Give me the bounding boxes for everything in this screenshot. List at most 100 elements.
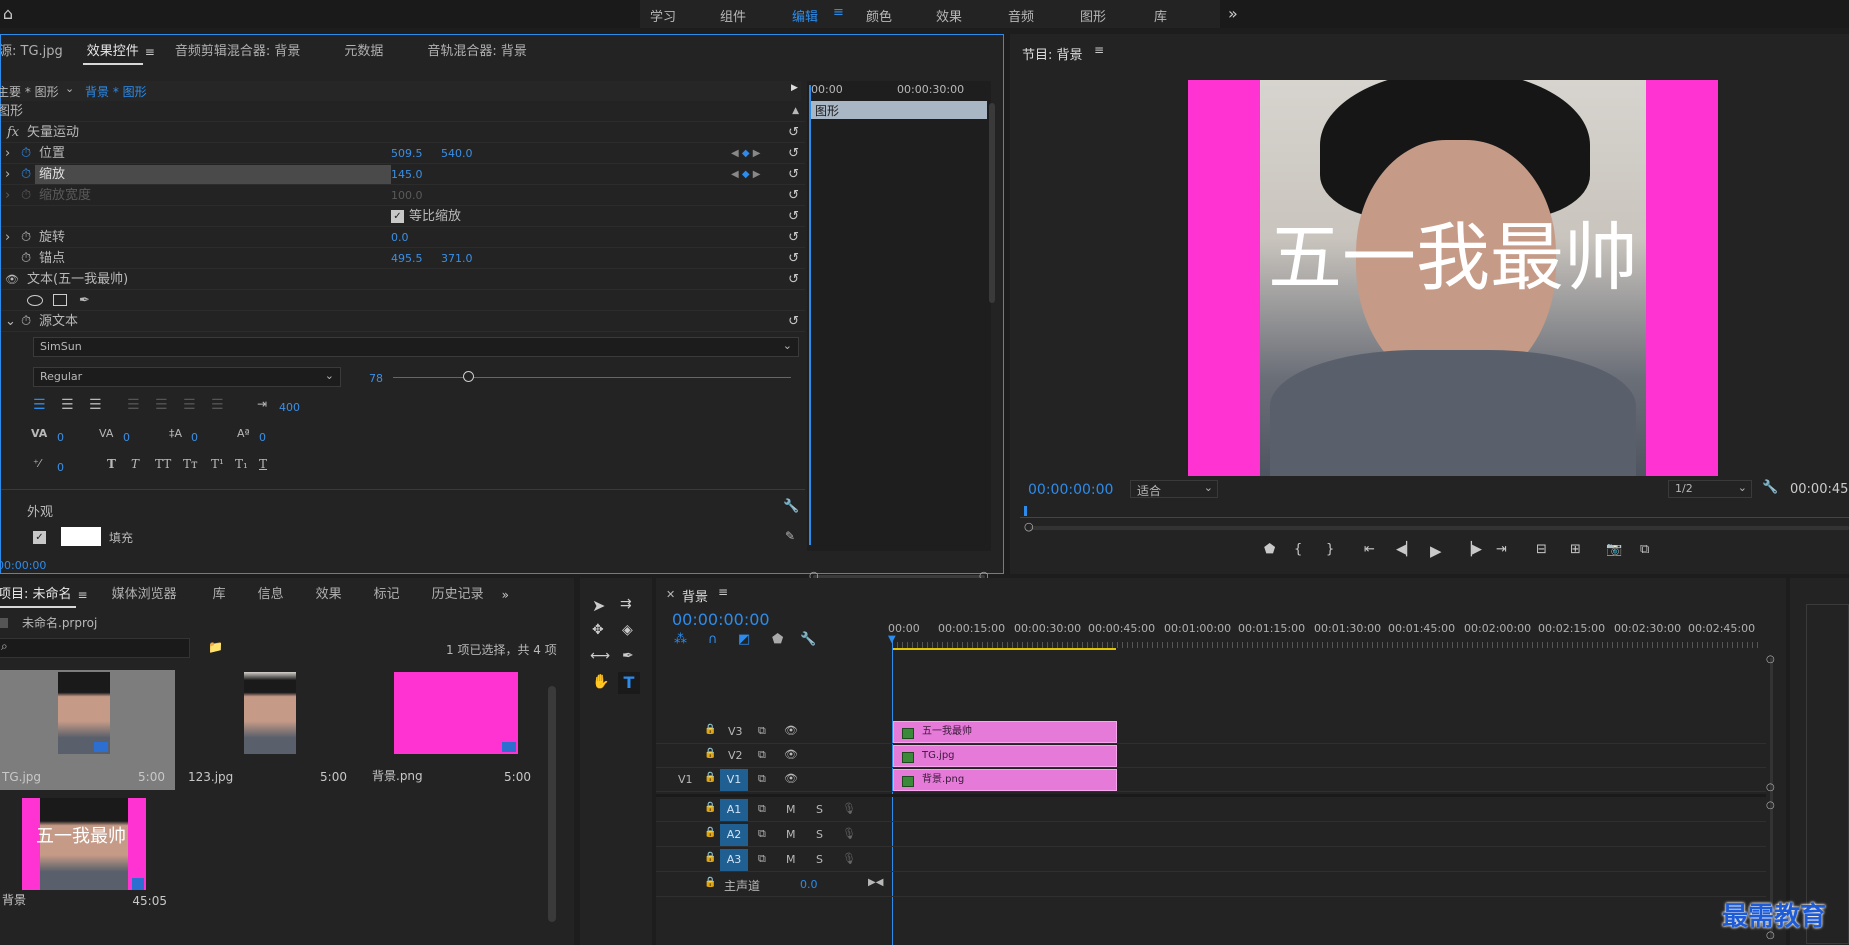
anchor-row[interactable]: ⏱ 锚点 495.5 371.0 ↺	[1, 248, 805, 269]
eyedropper-icon[interactable]: ✎	[785, 529, 795, 543]
reset-icon[interactable]: ↺	[788, 206, 799, 227]
program-video-frame[interactable]: 五一我最帅	[1188, 80, 1718, 476]
program-timecode[interactable]: 00:00:00:00	[1028, 482, 1113, 498]
anchor-y-value[interactable]: 371.0	[441, 248, 473, 269]
mark-out-icon[interactable]: }	[1326, 542, 1334, 557]
clip-text[interactable]: 五一我最帅	[893, 721, 1117, 743]
subscript-button[interactable]: T₁	[235, 457, 248, 471]
play-icon[interactable]: ▶	[1430, 542, 1442, 560]
font-size-slider-handle[interactable]	[463, 371, 474, 382]
baseline-value[interactable]: 0	[259, 431, 266, 444]
home-icon[interactable]: ⌂	[0, 4, 16, 23]
comparison-view-icon[interactable]: ⧉	[1640, 542, 1649, 557]
mini-scrollbar[interactable]	[989, 103, 995, 303]
chevron-down-icon[interactable]: ⌄	[65, 82, 74, 95]
effect-panel-timecode[interactable]: 00:00:00	[0, 559, 46, 572]
workspace-tab-libraries[interactable]: 库	[1154, 6, 1167, 25]
workspace-menu-icon[interactable]: ≡	[833, 5, 844, 20]
workspace-tab-editing[interactable]: 编辑	[792, 6, 818, 25]
step-forward-icon[interactable]: ▕▶	[1462, 542, 1482, 557]
tab-effect-controls[interactable]: 效果控件	[75, 35, 151, 69]
sync-lock-icon[interactable]: ⧉	[758, 748, 766, 762]
expand-arrow-icon[interactable]: ›	[5, 143, 10, 164]
stopwatch-icon[interactable]: ⏱	[21, 143, 31, 164]
close-icon[interactable]: ✕	[666, 588, 675, 601]
lock-icon[interactable]: 🔒	[704, 772, 716, 783]
align-left-icon[interactable]: ☰	[33, 397, 46, 413]
position-y-value[interactable]: 540.0	[441, 143, 473, 164]
track-target-a1[interactable]: A1	[720, 799, 748, 821]
nest-icon[interactable]: ⁂	[674, 632, 687, 647]
lock-icon[interactable]: 🔒	[704, 877, 716, 888]
eye-icon[interactable]: 👁	[784, 748, 798, 761]
tab-markers[interactable]: 标记	[362, 578, 412, 612]
fill-color-swatch[interactable]	[61, 527, 101, 546]
justify-center-icon[interactable]: ☰	[155, 397, 168, 413]
tab-media-browser[interactable]: 媒体浏览器	[100, 578, 189, 612]
underline-button[interactable]: T	[259, 457, 267, 471]
workspace-more-icon[interactable]: »	[1228, 4, 1238, 23]
wrench-icon[interactable]: 🔧	[783, 499, 799, 514]
workspace-tab-learn[interactable]: 学习	[650, 6, 676, 25]
source-patch-label[interactable]: V1	[678, 773, 693, 786]
sync-lock-icon[interactable]: ⧉	[758, 852, 766, 866]
stopwatch-icon[interactable]: ⏱	[21, 227, 31, 248]
expand-arrow-icon[interactable]: ›	[5, 227, 10, 248]
timeline-ruler[interactable]: 00:00 00:00:15:00 00:00:30:00 00:00:45:0…	[888, 622, 1772, 650]
small-caps-button[interactable]: Tт	[183, 457, 198, 471]
mute-button[interactable]: M	[786, 828, 796, 841]
lock-icon[interactable]: 🔒	[704, 852, 716, 863]
justify-right-icon[interactable]: ☰	[183, 397, 196, 413]
keyframe-nav-icon[interactable]: ◀ ◆ ▶	[731, 143, 760, 164]
reset-icon[interactable]: ↺	[788, 143, 799, 164]
source-text-row[interactable]: ⌄ ⏱ 源文本 ↺	[1, 311, 805, 332]
lock-icon[interactable]: 🔒	[704, 827, 716, 838]
step-back-icon[interactable]: ◀▏	[1396, 542, 1416, 557]
all-caps-button[interactable]: TT	[155, 457, 171, 471]
linked-selection-icon[interactable]: ◩	[738, 632, 750, 647]
sync-lock-icon[interactable]: ⧉	[758, 724, 766, 738]
reset-icon[interactable]: ↺	[788, 227, 799, 248]
go-to-end-icon[interactable]: ▶◀	[868, 877, 883, 888]
camera-icon[interactable]: 📷	[1606, 542, 1622, 557]
anchor-x-value[interactable]: 495.5	[391, 248, 423, 269]
pen-mask-icon[interactable]: ✒	[79, 290, 90, 311]
align-center-icon[interactable]: ☰	[61, 397, 74, 413]
media-item-tg[interactable]: TG.jpg 5:00	[0, 670, 175, 790]
rotation-row[interactable]: › ⏱ 旋转 0.0 ↺	[1, 227, 805, 248]
panel-menu-icon[interactable]: ≡	[1094, 43, 1104, 57]
faux-italic-button[interactable]: T	[131, 457, 139, 471]
faux-bold-button[interactable]: T	[107, 457, 116, 471]
vector-motion-row[interactable]: fx 矢量运动 ↺	[1, 122, 805, 143]
resolution-select[interactable]: 1/2 ⌄	[1668, 480, 1752, 498]
slip-tool-icon[interactable]: ⟷	[590, 648, 610, 664]
kerning-value[interactable]: 0	[57, 431, 64, 444]
solo-button[interactable]: S	[816, 803, 823, 816]
media-item-bg-png[interactable]: 背景.png 5:00	[366, 670, 541, 790]
ellipse-mask-icon[interactable]	[27, 295, 43, 306]
tab-info[interactable]: 信息	[246, 578, 296, 612]
playhead-head-icon[interactable]: ▼	[888, 634, 896, 645]
pen-tool-icon[interactable]: ✒	[622, 648, 634, 664]
track-target-a2[interactable]: A2	[720, 824, 748, 846]
hand-tool-icon[interactable]: ✋	[592, 674, 609, 690]
font-size-slider-track[interactable]	[393, 377, 791, 378]
superscript-button[interactable]: T¹	[211, 457, 224, 471]
snap-icon[interactable]: ∩	[708, 632, 718, 647]
tab-audio-clip-mixer[interactable]: 音频剪辑混合器: 背景	[163, 35, 313, 69]
breadcrumb-master[interactable]: 主要 * 图形	[0, 83, 59, 100]
fit-select[interactable]: 适合 ⌄	[1130, 480, 1218, 498]
eye-icon[interactable]: 👁	[5, 269, 19, 290]
new-search-bin-icon[interactable]: 📁	[208, 640, 223, 654]
justify-left-icon[interactable]: ☰	[127, 397, 140, 413]
tsume-value[interactable]: 0	[57, 461, 64, 474]
media-item-123[interactable]: 123.jpg 5:00	[182, 670, 357, 790]
font-family-select[interactable]: SimSun ⌄	[33, 337, 799, 357]
tab-project[interactable]: 项目: 未命名	[0, 578, 84, 612]
panel-menu-icon[interactable]: ≡	[718, 585, 728, 599]
media-item-sequence[interactable]: 五一我最帅 背景 45:05	[0, 794, 175, 914]
play-triangle-icon[interactable]: ▶	[791, 83, 798, 93]
solo-button[interactable]: S	[816, 828, 823, 841]
microphone-icon[interactable]: 🎙	[842, 852, 856, 865]
master-volume-value[interactable]: 0.0	[800, 878, 818, 891]
